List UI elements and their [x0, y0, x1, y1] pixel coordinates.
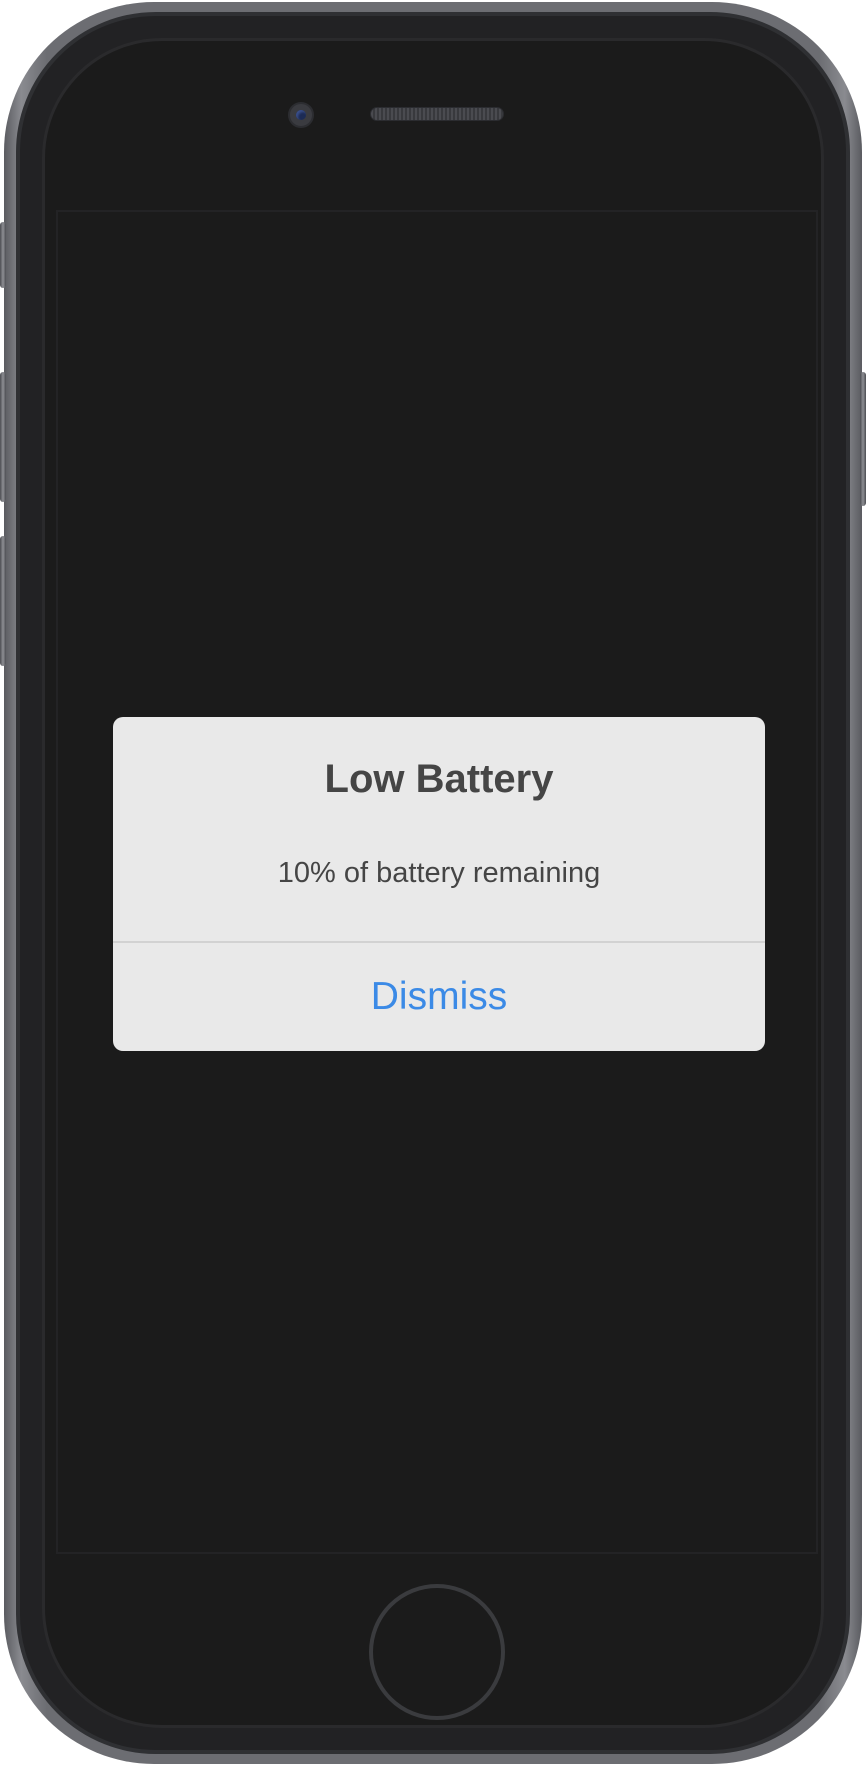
power-button [860, 372, 866, 506]
silent-switch [0, 222, 6, 288]
speaker-grille-icon [370, 107, 504, 121]
alert-message: 10% of battery remaining [277, 857, 601, 889]
alert-title: Low Battery [324, 757, 554, 801]
volume-up-button [0, 372, 6, 502]
camera-icon [288, 102, 314, 128]
phone-frame: Low Battery 10% of battery remaining Dis… [0, 2, 866, 1764]
volume-down-button [0, 536, 6, 666]
phone-screen: Low Battery 10% of battery remaining Dis… [56, 210, 818, 1554]
dismiss-button[interactable]: Dismiss [113, 943, 765, 1051]
home-button-icon[interactable] [369, 1584, 505, 1720]
alert-dialog: Low Battery 10% of battery remaining Dis… [113, 717, 765, 1051]
